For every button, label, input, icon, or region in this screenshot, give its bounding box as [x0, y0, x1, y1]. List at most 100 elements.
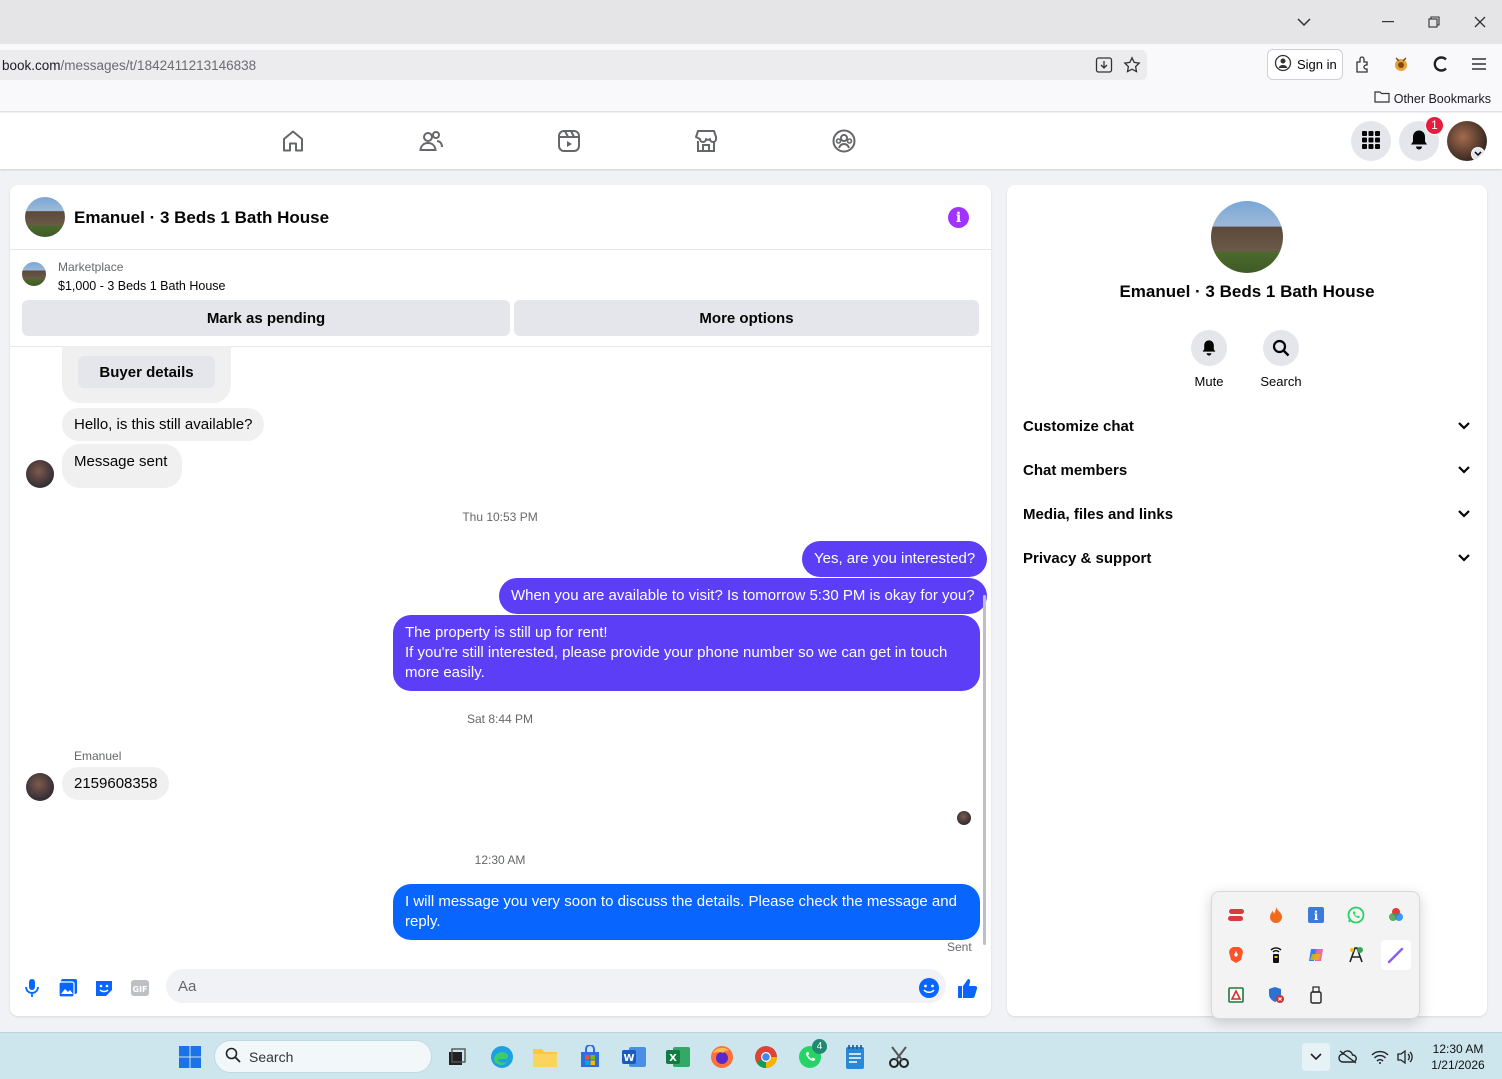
wifi-icon[interactable] [1366, 1043, 1394, 1071]
outgoing-message[interactable]: Yes, are you interested? [802, 541, 988, 577]
sign-in-button[interactable]: Sign in [1267, 49, 1343, 80]
download-page-icon[interactable] [1093, 54, 1115, 76]
cloud-offline-icon[interactable] [1334, 1043, 1362, 1071]
message-line: If you're still interested, please provi… [405, 644, 948, 681]
system-clock[interactable]: 12:30 AM 1/21/2026 [1420, 1041, 1496, 1073]
info-app-icon[interactable]: i [1305, 904, 1327, 926]
chat-panel: Emanuel · 3 Beds 1 Bath House i Marketpl… [10, 185, 991, 1016]
task-view-icon[interactable] [443, 1043, 471, 1071]
timestamp: Sat 8:44 PM [466, 712, 534, 726]
conversation-name: Emanuel · 3 Beds 1 Bath House [1119, 282, 1375, 301]
svg-text:W: W [623, 1053, 634, 1064]
restore-icon[interactable] [1419, 8, 1449, 36]
video-icon[interactable] [555, 127, 583, 155]
microsoft-store-icon[interactable] [576, 1043, 604, 1071]
sender-name: Emanuel [74, 749, 122, 763]
sticker-icon[interactable] [93, 977, 115, 999]
chat-title[interactable]: Emanuel · 3 Beds 1 Bath House [74, 208, 329, 228]
outgoing-message[interactable]: The property is still up for rent! If yo… [393, 615, 980, 691]
chevron-down-icon [1457, 506, 1471, 523]
url-bar[interactable]: book.com/messages/t/1842411213146838 [0, 50, 1147, 80]
privacy-support-section[interactable]: Privacy & support [1023, 540, 1471, 576]
chat-members-section[interactable]: Chat members [1023, 452, 1471, 488]
marketplace-icon[interactable] [692, 127, 720, 155]
firebug-extension-icon[interactable] [1390, 53, 1412, 75]
message-input[interactable]: Aa [166, 969, 946, 1003]
expressvpn-icon[interactable] [1225, 904, 1247, 926]
section-label: Chat members [1023, 461, 1128, 479]
mark-as-pending-button[interactable]: Mark as pending [22, 300, 510, 336]
outgoing-message[interactable]: When you are available to visit? Is tomo… [499, 578, 987, 614]
minimize-icon[interactable] [1373, 8, 1403, 36]
chat-avatar[interactable] [25, 197, 65, 237]
incoming-message[interactable]: Hello, is this still available? [62, 408, 265, 441]
friends-icon[interactable] [417, 127, 445, 155]
emoji-icon[interactable] [918, 977, 940, 999]
chevron-down-icon [1471, 147, 1485, 161]
info-icon[interactable]: i [948, 207, 969, 228]
incoming-message[interactable]: Message sent [62, 444, 182, 488]
windows-taskbar: Search W X 4 12:30 AM 1/21/2026 [0, 1032, 1502, 1079]
chrome-icon[interactable] [752, 1043, 780, 1071]
copilot-icon[interactable] [1305, 944, 1327, 966]
customize-chat-section[interactable]: Customize chat [1023, 408, 1471, 444]
font-app-icon[interactable] [1345, 944, 1367, 966]
thumbs-up-icon[interactable] [957, 977, 979, 999]
whatsapp-tray-icon[interactable] [1345, 904, 1367, 926]
home-icon[interactable] [279, 127, 307, 155]
sign-in-label: Sign in [1297, 57, 1337, 72]
c-extension-icon[interactable] [1430, 53, 1452, 75]
brave-icon[interactable] [1225, 944, 1247, 966]
conversation-avatar[interactable] [1211, 201, 1283, 273]
message-line: The property is still up for rent! [405, 624, 608, 641]
tab-list-icon[interactable] [1289, 8, 1319, 36]
facebook-header [0, 113, 1502, 169]
profile-avatar[interactable] [1447, 121, 1487, 161]
menu-grid-button[interactable] [1351, 121, 1391, 161]
url-path: /messages/t/1842411213146838 [60, 57, 257, 73]
snipping-tool-icon[interactable] [885, 1043, 913, 1071]
incoming-message[interactable]: 2159608358 [62, 767, 170, 800]
section-label: Media, files and links [1023, 505, 1174, 523]
edge-icon[interactable] [488, 1043, 516, 1071]
buyer-details-card: Buyer details [62, 346, 231, 403]
listing-thumbnail[interactable] [22, 262, 46, 286]
listing-title[interactable]: $1,000 - 3 Beds 1 Bath House [58, 279, 225, 293]
extensions-icon[interactable] [1352, 53, 1374, 75]
groups-icon[interactable] [830, 127, 858, 155]
search-button[interactable]: Search [1251, 330, 1311, 389]
taskbar-search[interactable]: Search [214, 1040, 432, 1073]
firefox-icon[interactable] [708, 1043, 736, 1071]
more-options-button[interactable]: More options [514, 300, 979, 336]
grid-icon [1362, 130, 1380, 152]
color-wheel-icon[interactable] [1385, 904, 1407, 926]
defender-icon[interactable] [1265, 984, 1287, 1006]
flame-icon[interactable] [1265, 904, 1287, 926]
file-explorer-icon[interactable] [531, 1043, 559, 1071]
mute-button[interactable]: Mute [1179, 330, 1239, 389]
photo-icon[interactable] [57, 977, 79, 999]
buyer-details-button[interactable]: Buyer details [78, 356, 215, 388]
close-window-icon[interactable] [1465, 8, 1495, 36]
bookmark-star-icon[interactable] [1121, 54, 1143, 76]
pen-icon[interactable] [1381, 940, 1411, 970]
outgoing-message-latest[interactable]: I will message you very soon to discuss … [393, 884, 980, 940]
word-icon[interactable]: W [620, 1043, 648, 1071]
notepad-icon[interactable] [841, 1043, 869, 1071]
sender-avatar[interactable] [26, 773, 54, 801]
volume-icon[interactable] [1391, 1043, 1419, 1071]
usb-drive-icon[interactable] [1305, 984, 1327, 1006]
microphone-icon[interactable] [21, 977, 43, 999]
gif-icon[interactable]: GIF [129, 977, 151, 999]
tray-overflow-chevron-icon[interactable] [1302, 1043, 1330, 1071]
excel-icon[interactable]: X [664, 1043, 692, 1071]
sender-avatar[interactable] [26, 460, 54, 488]
pdf-app-icon[interactable] [1225, 984, 1247, 1006]
network-adapter-icon[interactable] [1265, 944, 1287, 966]
clock-date: 1/21/2026 [1431, 1058, 1485, 1072]
other-bookmarks-folder[interactable]: Other Bookmarks [1374, 90, 1491, 107]
message-scrollbar[interactable] [983, 595, 986, 945]
menu-hamburger-icon[interactable] [1468, 53, 1490, 75]
windows-start-icon[interactable] [176, 1043, 204, 1071]
media-files-links-section[interactable]: Media, files and links [1023, 496, 1471, 532]
